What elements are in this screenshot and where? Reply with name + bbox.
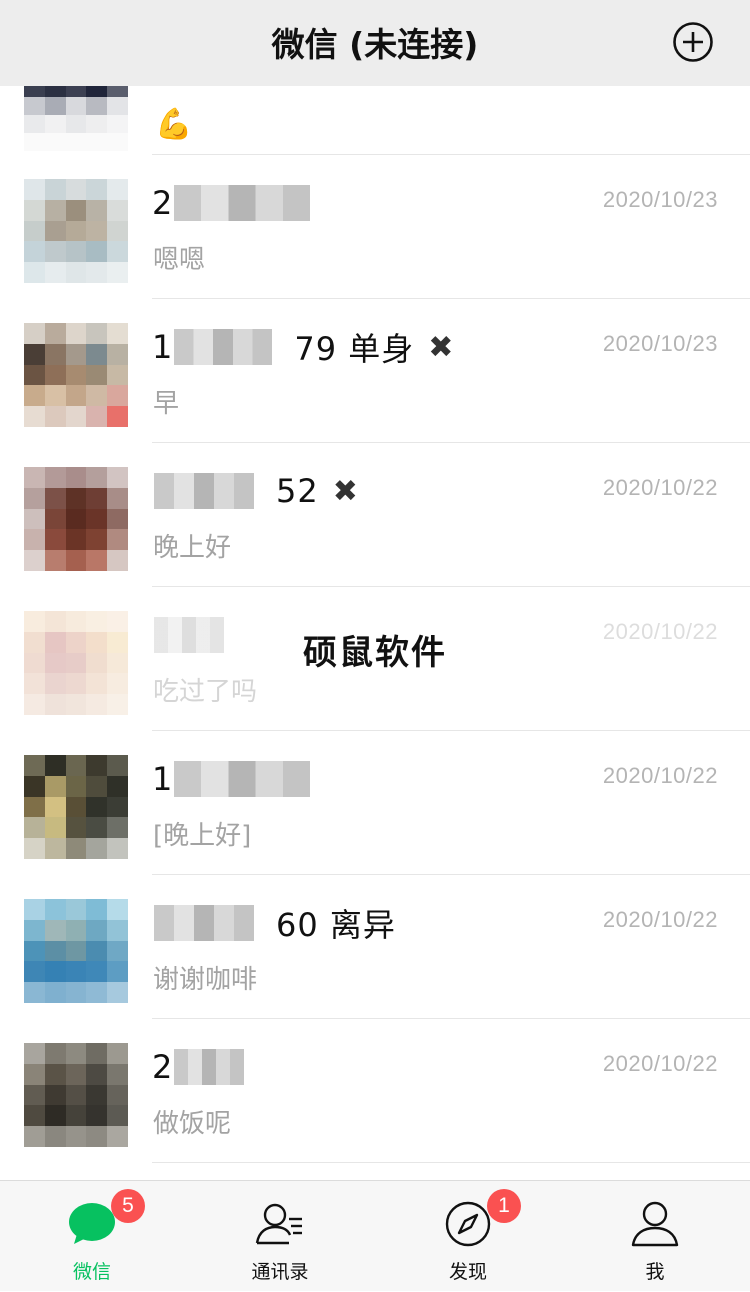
tab-discover[interactable]: 1 发现 [393,1181,543,1292]
chat-name: 52 ✖ [152,471,358,511]
avatar[interactable] [24,611,128,715]
tab-me[interactable]: 我 [580,1181,730,1292]
tab-label: 发现 [448,1261,487,1283]
chat-name: 1 [152,759,312,799]
row-divider [152,1162,750,1163]
avatar[interactable] [24,755,128,859]
chat-row[interactable]: 2 嗯嗯 2020/10/23 [0,155,750,299]
redacted-name-blur [174,329,273,365]
tab-contacts[interactable]: 通讯录 [205,1181,355,1292]
chat-time: 2020/10/23 [602,187,718,212]
chat-name: 2 [152,183,312,223]
chat-row[interactable]: 60 离异 谢谢咖啡 2020/10/22 [0,875,750,1019]
bottom-tab-bar: 5 微信 通讯录 1 发现 我 [0,1180,750,1291]
chat-name-text: 1 [152,760,173,798]
top-nav-bar: 微信 (未连接) [0,0,750,86]
chat-last-message: 谢谢咖啡 [153,965,258,995]
chat-name-suffix: 60 离异 [276,906,396,944]
avatar[interactable] [24,86,128,151]
tab-chats[interactable]: 5 微信 [17,1181,167,1292]
unread-badge: 1 [487,1189,521,1223]
chat-name-suffix: 52 [276,472,319,510]
chat-time: 2020/10/22 [602,1051,718,1076]
redacted-name-blur [154,617,224,653]
chat-row[interactable]: 2 做饭呢 2020/10/22 [0,1019,750,1163]
chat-row[interactable]: 💪 [0,86,750,155]
chat-name-text: 2 [152,184,173,222]
chat-last-message: 做饭呢 [153,1109,232,1139]
chat-name [152,615,226,655]
avatar[interactable] [24,179,128,283]
chat-name-suffix: 79 单身 [294,330,415,368]
chat-time: 2020/10/22 [602,475,718,500]
compass-icon [445,1201,491,1247]
tab-label: 我 [645,1261,665,1283]
chat-name-text: 2 [152,1048,173,1086]
tab-label: 通讯录 [251,1261,309,1283]
cross-mark-icon: ✖ [332,473,358,509]
chat-row[interactable]: 1 [晚上好] 2020/10/22 [0,731,750,875]
avatar[interactable] [24,323,128,427]
contacts-icon [255,1203,302,1245]
plus-circle-icon [673,22,713,62]
chat-last-message: 早 [153,389,180,419]
chat-name: 2 [152,1047,246,1087]
chat-row[interactable]: 52 ✖ 晚上好 2020/10/22 [0,443,750,587]
chat-last-message: [晚上好] [153,821,252,851]
chat-row[interactable]: 1 79 单身 ✖ 早 2020/10/23 [0,299,750,443]
person-icon [631,1201,679,1247]
chat-last-message: 💪 [155,107,193,142]
cross-mark-icon: ✖ [428,329,454,365]
watermark-text: 硕鼠软件 [303,633,447,673]
chat-name-text: 1 [152,328,173,366]
chat-time: 2020/10/22 [602,619,718,644]
chat-name: 1 79 单身 ✖ [152,327,454,368]
redacted-name-blur [154,473,254,509]
unread-badge: 5 [111,1189,145,1223]
chat-name: 60 离异 [152,903,396,944]
chat-time: 2020/10/22 [602,763,718,788]
chat-time: 2020/10/22 [602,907,718,932]
avatar[interactable] [24,899,128,1003]
tab-label: 微信 [72,1261,111,1283]
chat-last-message: 吃过了吗 [153,677,258,707]
redacted-name-blur [174,185,311,221]
chat-last-message: 晚上好 [153,533,232,563]
page-title: 微信 (未连接) [271,25,479,64]
chat-time: 2020/10/23 [602,331,718,356]
avatar[interactable] [24,467,128,571]
chat-last-message: 嗯嗯 [153,245,206,275]
avatar[interactable] [24,1043,128,1147]
redacted-name-blur [154,905,254,941]
chat-bubble-icon [69,1203,115,1244]
redacted-name-blur [174,1049,245,1085]
add-plus-button[interactable] [672,21,714,63]
redacted-name-blur [174,761,311,797]
